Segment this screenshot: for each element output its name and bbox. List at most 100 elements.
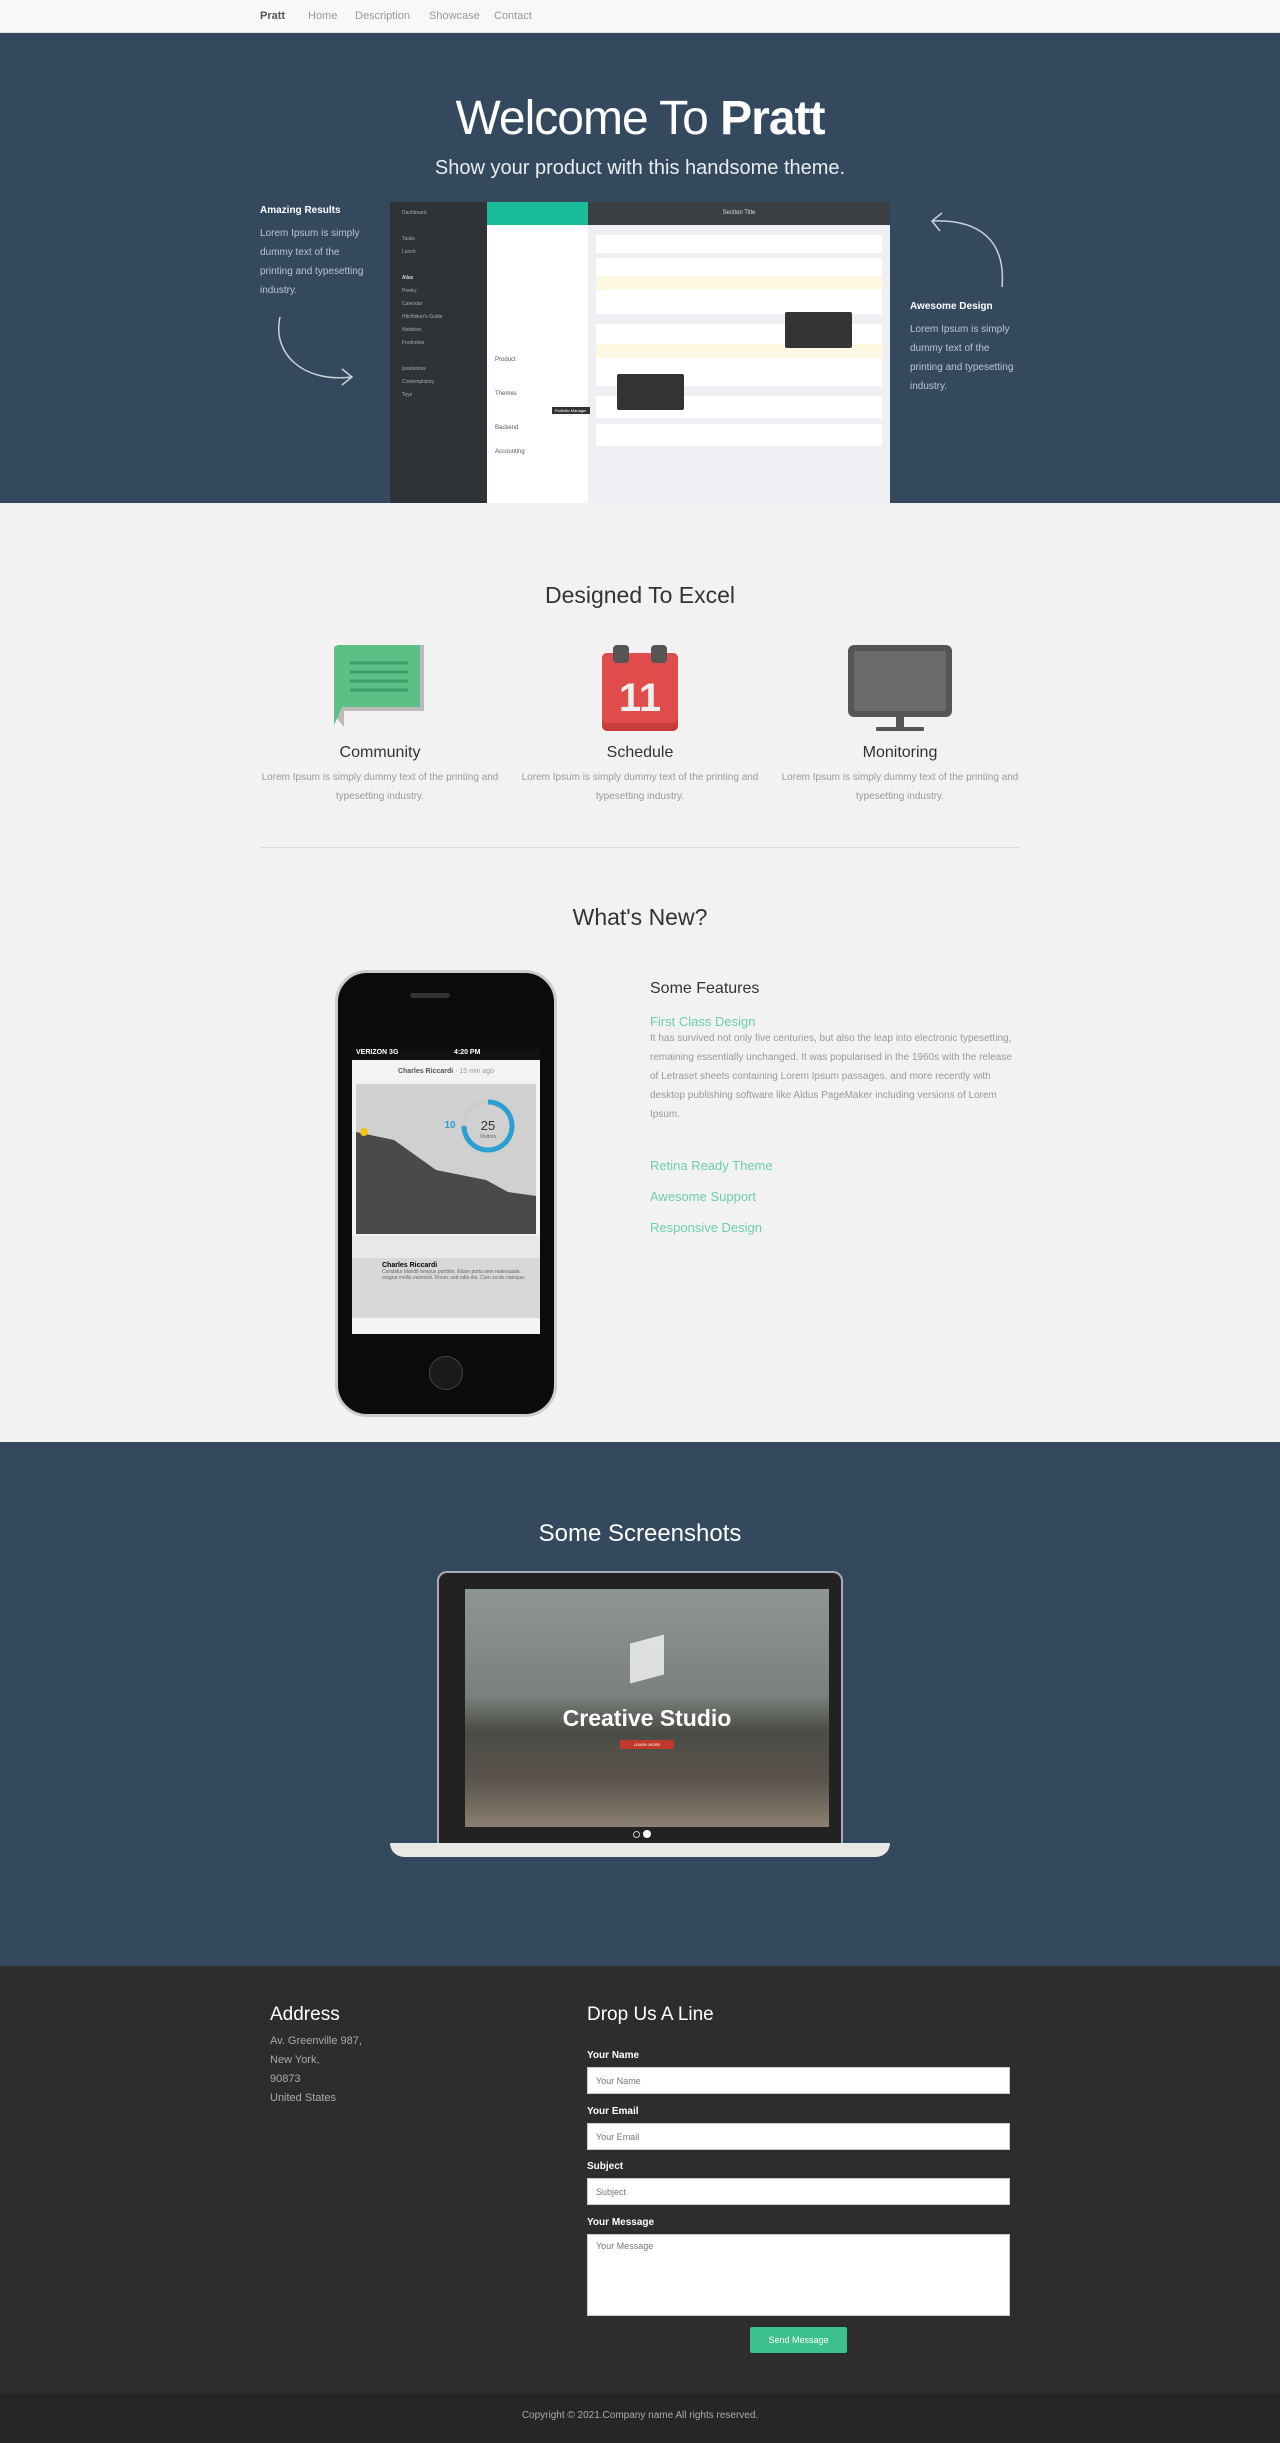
address-line: 90873 — [270, 2073, 301, 2085]
laptop-base — [390, 1843, 890, 1857]
hero-right-note: Awesome Design Lorem Ipsum is simply dum… — [910, 301, 1020, 396]
phone-mockup: VERIZON 3G 4:20 PM Charles Riccardi · 15 … — [335, 970, 557, 1417]
feature-text: Lorem Ipsum is simply dummy text of the … — [521, 772, 759, 802]
note-text: Lorem Ipsum is simply dummy text of the … — [910, 324, 1014, 392]
address-block: Address Av. Greenville 987, New York, 90… — [270, 2004, 362, 2108]
mockup-sidebar-item: Dashboard — [402, 210, 427, 216]
home-button-icon — [429, 1356, 463, 1390]
note-text: Lorem Ipsum is simply dummy text of the … — [260, 228, 364, 296]
mockup-group: Themes — [495, 391, 517, 397]
subject-input[interactable] — [587, 2178, 1010, 2205]
curved-arrow-icon — [930, 212, 1004, 288]
whats-new-title: What's New? — [572, 904, 708, 930]
mockup-sidebar-item: Lunch — [402, 249, 416, 255]
hero-title-bold: Pratt — [720, 92, 825, 145]
nav-showcase[interactable]: Showcase — [429, 10, 480, 22]
section-divider — [260, 847, 1020, 848]
hero-title: Welcome To Pratt — [0, 91, 1280, 146]
feature-description: It has survived not only five centuries,… — [650, 1033, 1012, 1120]
mockup-sidebar-item: Poetry — [402, 288, 417, 294]
mockup-sidebar-item: Footnotes — [402, 340, 425, 346]
mockup-group: Product — [495, 357, 516, 363]
mockup-sidebar-item: Toys — [402, 392, 413, 398]
mockup-sidebar-item: Notables — [402, 327, 422, 333]
send-message-button[interactable]: Send Message — [750, 2327, 847, 2353]
address-line: New York, — [270, 2054, 320, 2066]
feature-text: Lorem Ipsum is simply dummy text of the … — [781, 772, 1019, 802]
mockup-sidebar-item: Hitchhiker's Guide — [402, 314, 443, 320]
hero-subtitle: Show your product with this handsome the… — [434, 157, 846, 179]
mockup-sidebar-item: Ipsolutions — [402, 366, 426, 372]
feature-title: Schedule — [606, 744, 674, 761]
mockup-section-title: Section Title — [588, 202, 890, 225]
feature-schedule: 11 Schedule Lorem Ipsum is simply dummy … — [520, 645, 760, 806]
curved-arrow-icon — [278, 316, 354, 386]
monitor-icon — [848, 645, 952, 731]
features-title: Some Features — [650, 980, 760, 997]
phone-chart: 25Visitors 10 — [356, 1084, 536, 1234]
nav-description[interactable]: Description — [355, 10, 410, 22]
mockup-group: Accounting — [495, 449, 525, 455]
chat-bubble-icon — [334, 645, 424, 727]
excel-title: Designed To Excel — [544, 582, 736, 608]
likes-count: 10 — [444, 1120, 456, 1131]
subject-label: Subject — [587, 2161, 624, 2172]
email-input[interactable] — [587, 2123, 1010, 2150]
name-input[interactable] — [587, 2067, 1010, 2094]
calendar-day: 11 — [619, 676, 661, 720]
slider-dot-active[interactable] — [643, 1830, 651, 1838]
phone-screen: VERIZON 3G 4:20 PM Charles Riccardi · 15 … — [352, 1049, 540, 1334]
phone-user: Charles Riccardi — [397, 1068, 454, 1075]
laptop-mockup: Creative Studio LEARN MORE — [437, 1571, 843, 1845]
mockup-list-panel: Product Themes Backend Accounting — [487, 202, 588, 503]
feature-title: Monitoring — [862, 744, 938, 761]
name-label: Your Name — [587, 2050, 640, 2061]
mockup-group: Backend — [495, 425, 519, 431]
features-list: Some Features First Class Design It has … — [650, 980, 1020, 1235]
mockup-sidebar-item: Calendar — [402, 301, 423, 307]
phone-carrier: VERIZON 3G — [356, 1049, 399, 1056]
laptop-screen-slide: Creative Studio LEARN MORE — [465, 1589, 829, 1827]
nav-home[interactable]: Home — [308, 10, 337, 22]
feature-text: Lorem Ipsum is simply dummy text of the … — [261, 772, 499, 802]
email-label: Your Email — [587, 2106, 639, 2117]
hero-left-note: Amazing Results Lorem Ipsum is simply du… — [260, 205, 370, 300]
feature-link[interactable]: Responsive Design — [650, 1220, 1020, 1235]
feature-monitoring: Monitoring Lorem Ipsum is simply dummy t… — [780, 645, 1020, 806]
brand-link[interactable]: Pratt — [260, 10, 285, 22]
comment-text: Curabitur blandit tempus porttitor. Etia… — [382, 1269, 526, 1281]
feature-community: Community Lorem Ipsum is simply dummy te… — [260, 645, 500, 806]
note-heading: Awesome Design — [910, 301, 993, 312]
comment-name: Charles Riccardi — [382, 1262, 438, 1269]
address-line: United States — [270, 2092, 337, 2104]
app-mockup-screenshot: Dashboard Tasks Lunch Atlas Poetry Calen… — [390, 202, 890, 503]
copyright-bar: Copyright © 2021.Company name All rights… — [0, 2393, 1280, 2443]
address-line: Av. Greenville 987, — [270, 2035, 362, 2047]
slider-dot[interactable] — [633, 1831, 640, 1838]
feature-title: Community — [339, 744, 421, 761]
phone-ago: · 15 min ago — [455, 1068, 495, 1075]
visitors-count: 25 — [481, 1118, 495, 1133]
mockup-sidebar-item: Contemplatory — [402, 379, 435, 385]
nav-contact[interactable]: Contact — [494, 10, 532, 22]
feature-link[interactable]: Awesome Support — [650, 1189, 1020, 1204]
feature-link[interactable]: Retina Ready Theme — [650, 1158, 1020, 1173]
feature-link[interactable]: First Class Design — [650, 1014, 1020, 1029]
calendar-icon: 11 — [602, 645, 678, 731]
form-title: Drop Us A Line — [587, 2004, 714, 2025]
top-navbar: Pratt Home Description Showcase Contact — [0, 0, 1280, 33]
address-title: Address — [270, 2004, 340, 2025]
mockup-sidebar: Dashboard Tasks Lunch Atlas Poetry Calen… — [390, 202, 487, 503]
message-textarea[interactable] — [587, 2234, 1010, 2316]
learn-more-button[interactable]: LEARN MORE — [619, 1740, 675, 1749]
phone-time: 4:20 PM — [453, 1049, 481, 1056]
screenshots-title: Some Screenshots — [538, 1520, 742, 1547]
screenshots-section: Some Screenshots Creative Studio LEARN M… — [0, 1442, 1280, 1966]
studio-logo-icon — [630, 1634, 664, 1684]
note-heading: Amazing Results — [260, 205, 341, 216]
hero-title-light: Welcome To — [455, 92, 721, 145]
message-label: Your Message — [587, 2217, 655, 2228]
visitors-label: Visitors — [480, 1134, 497, 1140]
slide-title: Creative Studio — [562, 1705, 732, 1731]
mockup-sidebar-item: Tasks — [402, 236, 415, 242]
